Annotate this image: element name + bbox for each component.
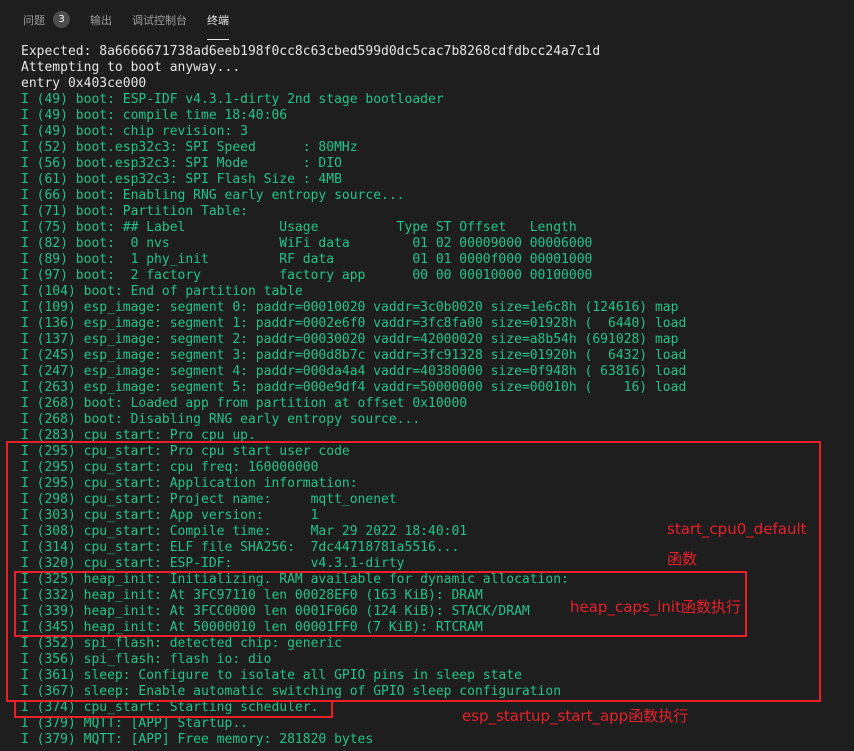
terminal-line: I (136) esp_image: segment 1: paddr=0002… (21, 316, 687, 331)
start-app-highlight-box (14, 700, 333, 718)
start-app-annotation: esp_startup_start_app函数执行 (462, 707, 689, 725)
tab-problems[interactable]: 问题 3 (23, 0, 70, 40)
terminal-line: I (245) esp_image: segment 3: paddr=000d… (21, 348, 687, 363)
terminal-line: I (52) boot.esp32c3: SPI Speed : 80MHz (21, 140, 358, 155)
tab-debug-console[interactable]: 调试控制台 (132, 0, 187, 40)
terminal-line: I (268) boot: Loaded app from partition … (21, 396, 468, 411)
tab-terminal[interactable]: 终端 (207, 0, 229, 40)
terminal-line: I (247) esp_image: segment 4: paddr=000d… (21, 364, 687, 379)
terminal-line: I (71) boot: Partition Table: (21, 204, 248, 219)
tab-output[interactable]: 输出 (90, 0, 112, 40)
terminal-line: entry 0x403ce000 (21, 76, 147, 91)
terminal-line: I (49) boot: ESP-IDF v4.3.1-dirty 2nd st… (21, 92, 444, 107)
terminal-panel: 问题 3 输出 调试控制台 终端 Expected: 8a6666671738a… (0, 0, 854, 751)
terminal-line: I (379) MQTT: [APP] Free memory: 281820 … (21, 732, 374, 747)
tab-output-label: 输出 (90, 14, 112, 27)
terminal-line: I (137) esp_image: segment 2: paddr=0003… (21, 332, 679, 347)
terminal-line: I (97) boot: 2 factory factory app 00 00… (21, 268, 593, 283)
tab-problems-label: 问题 (23, 14, 45, 27)
terminal-line: I (268) boot: Disabling RNG early entrop… (21, 412, 421, 427)
cpu0-default-annotation-line1: start_cpu0_default (667, 520, 807, 538)
terminal-line: I (82) boot: 0 nvs WiFi data 01 02 00009… (21, 236, 593, 251)
terminal-line: I (104) boot: End of partition table (21, 284, 303, 299)
terminal-line: I (56) boot.esp32c3: SPI Mode : DIO (21, 156, 342, 171)
terminal-line: I (263) esp_image: segment 5: paddr=000e… (21, 380, 687, 395)
cpu0-default-annotation-line2: 函数 (667, 550, 698, 568)
tab-terminal-label: 终端 (207, 14, 229, 27)
terminal-line: I (49) boot: chip revision: 3 (21, 124, 248, 139)
heap-caps-init-annotation: heap_caps_init函数执行 (570, 598, 741, 616)
panel-tab-bar: 问题 3 输出 调试控制台 终端 (0, 0, 854, 40)
terminal-line: Attempting to boot anyway... (21, 60, 241, 75)
terminal-line: Expected: 8a6666671738ad6eeb198f0cc8c63c… (21, 44, 601, 59)
terminal-line: I (109) esp_image: segment 0: paddr=0001… (21, 300, 679, 315)
terminal-line: I (75) boot: ## Label Usage Type ST Offs… (21, 220, 577, 235)
terminal-line: I (89) boot: 1 phy_init RF data 01 01 00… (21, 252, 593, 267)
terminal-line: I (66) boot: Enabling RNG early entropy … (21, 188, 405, 203)
tab-debug-console-label: 调试控制台 (132, 14, 187, 27)
terminal-line: I (49) boot: compile time 18:40:06 (21, 108, 288, 123)
terminal-line: I (61) boot.esp32c3: SPI Flash Size : 4M… (21, 172, 342, 187)
problems-count-badge: 3 (53, 11, 70, 28)
